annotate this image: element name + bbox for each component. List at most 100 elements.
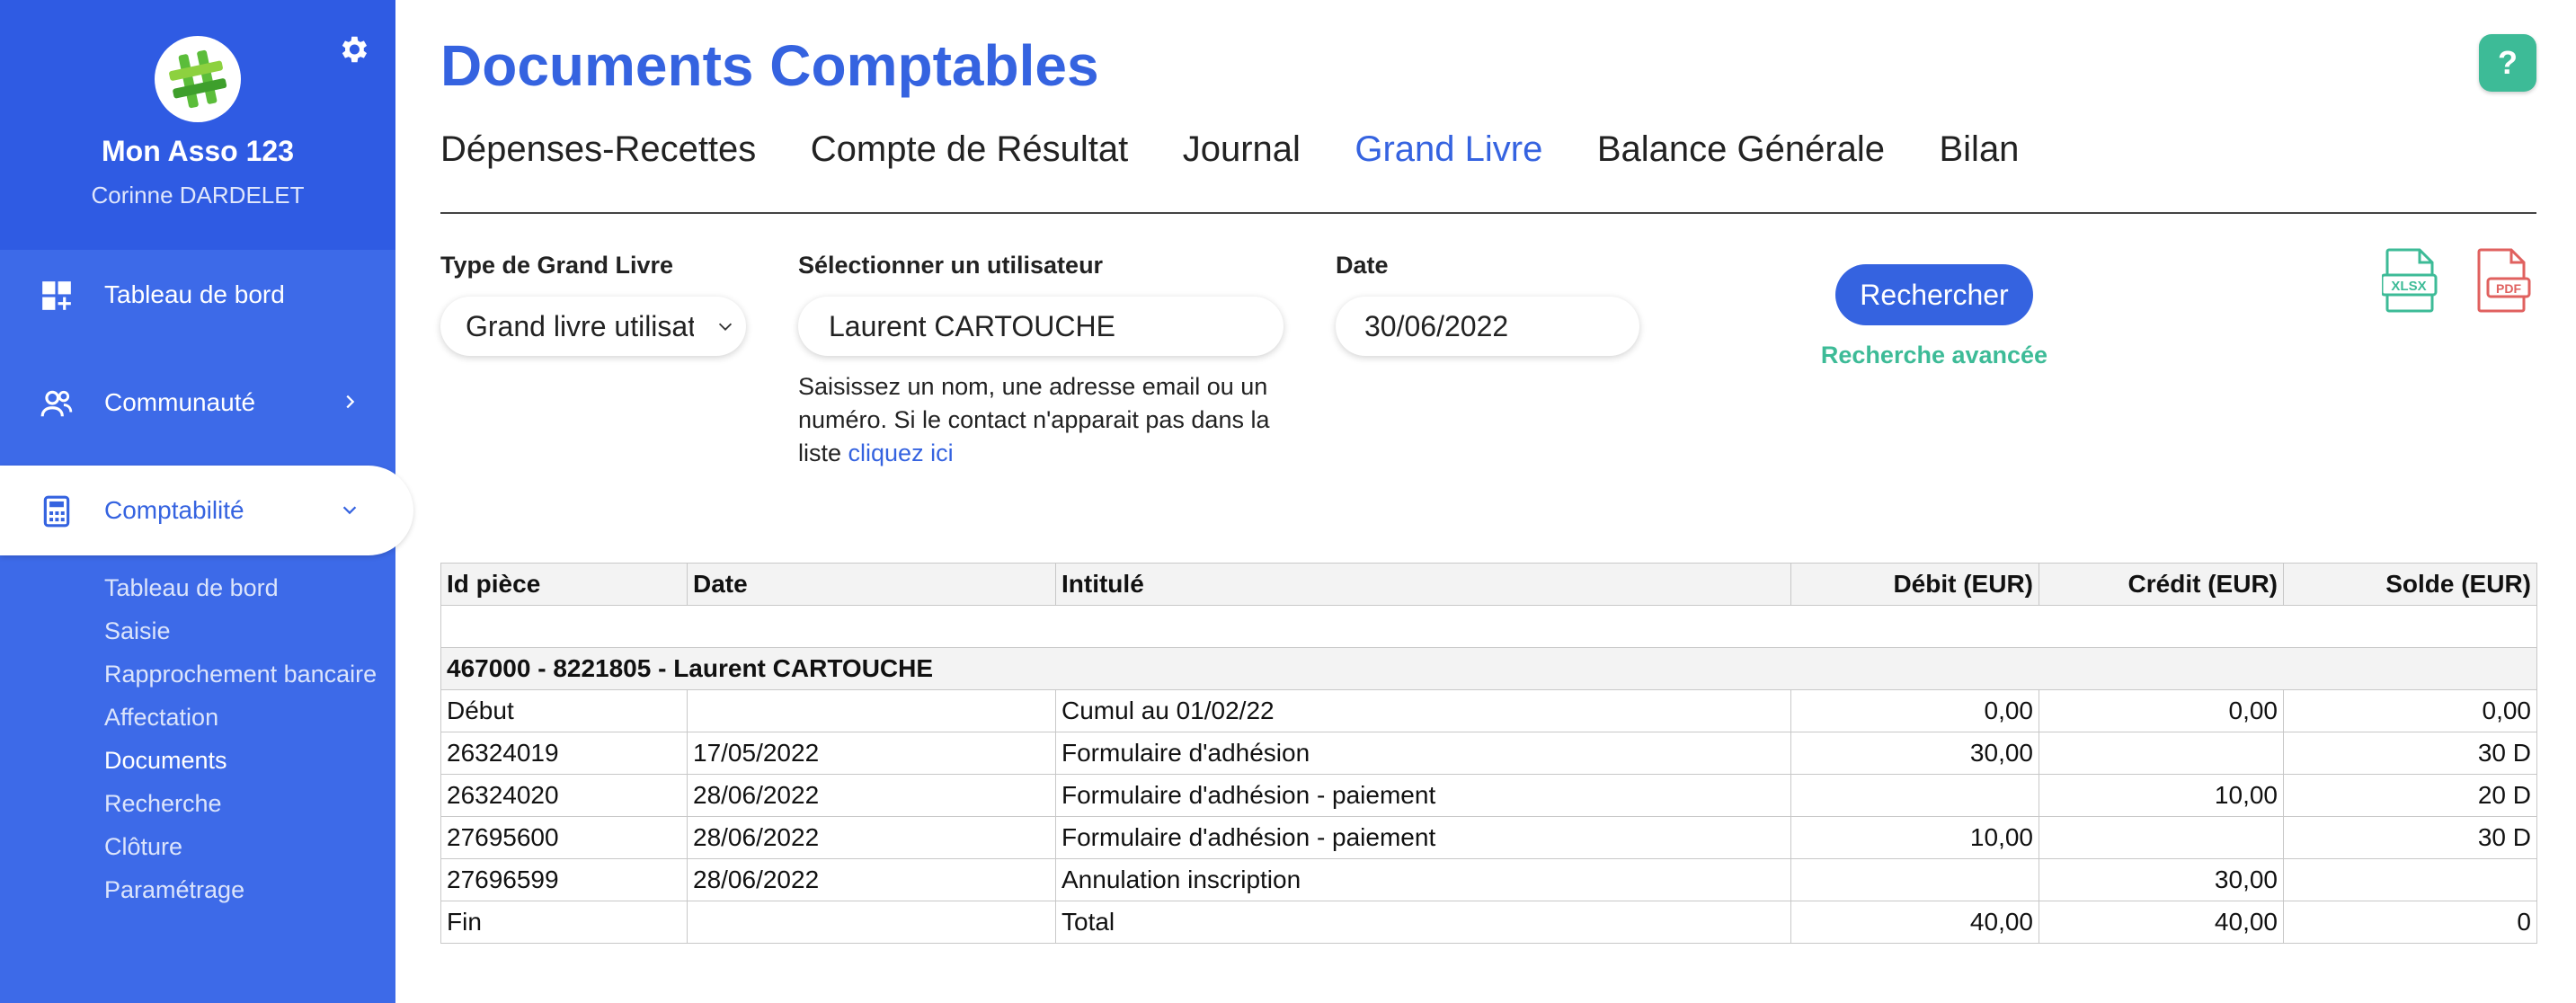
table-cell: 0,00	[2283, 689, 2537, 732]
submenu-item-dashboard[interactable]: Tableau de bord	[104, 572, 383, 604]
table-cell: Total	[1055, 901, 1791, 944]
table-cell: 26324019	[440, 732, 688, 775]
gear-icon[interactable]	[336, 32, 370, 67]
association-logo[interactable]	[155, 36, 241, 122]
column-header: Date	[687, 563, 1056, 606]
nav-label-community: Communauté	[104, 388, 256, 416]
table-cell: 30,00	[1790, 732, 2039, 775]
ledger-type-select[interactable]: Grand livre utilisateur	[440, 297, 746, 356]
pdf-export-icon[interactable]: PDF	[2474, 248, 2531, 313]
submenu-item-allocation[interactable]: Affectation	[104, 701, 383, 733]
date-input[interactable]: 30/06/2022	[1336, 297, 1639, 356]
nav-item-accounting[interactable]: Comptabilité	[0, 466, 413, 555]
xlsx-export-icon[interactable]: XLSX	[2382, 248, 2439, 313]
column-header: Id pièce	[440, 563, 688, 606]
table-cell	[1790, 774, 2039, 817]
tab-balance-sheet[interactable]: Bilan	[1939, 129, 2019, 170]
nav-label-accounting: Comptabilité	[104, 496, 244, 524]
table-cell: 40,00	[1790, 901, 2039, 944]
help-button[interactable]: ?	[2479, 34, 2536, 92]
users-icon	[40, 390, 73, 417]
account-group-row: 467000 - 8221805 - Laurent CARTOUCHE	[440, 647, 2537, 690]
table-cell: Fin	[440, 901, 688, 944]
accounting-submenu: Tableau de bord Saisie Rapprochement ban…	[104, 572, 383, 917]
table-cell: Début	[440, 689, 688, 732]
tabs-divider	[440, 212, 2536, 214]
submenu-item-documents[interactable]: Documents	[104, 744, 383, 777]
current-user-name: Corinne DARDELET	[91, 182, 305, 209]
calculator-icon	[43, 495, 70, 528]
submenu-item-closing[interactable]: Clôture	[104, 830, 383, 863]
table-cell: Formulaire d'adhésion - paiement	[1055, 816, 1791, 859]
dashboard-icon	[42, 281, 71, 310]
table-cell: 0,00	[2039, 689, 2284, 732]
ledger-type-label: Type de Grand Livre	[440, 252, 674, 279]
table-spacer-row	[440, 605, 2537, 648]
submenu-item-search[interactable]: Recherche	[104, 787, 383, 820]
tab-income-statement[interactable]: Compte de Résultat	[811, 129, 1129, 170]
tab-trial-balance[interactable]: Balance Générale	[1597, 129, 1885, 170]
tab-general-ledger[interactable]: Grand Livre	[1355, 129, 1542, 170]
table-cell	[1790, 858, 2039, 901]
chevron-down-icon	[342, 506, 357, 515]
ledger-type-value: Grand livre utilisateur	[466, 309, 694, 342]
user-select-label: Sélectionner un utilisateur	[798, 252, 1104, 279]
page-title: Documents Comptables	[440, 33, 1099, 98]
table-row: 26324019 17/05/2022 Formulaire d'adhésio…	[440, 732, 2537, 775]
table-cell: 0,00	[1790, 689, 2039, 732]
table-cell: 28/06/2022	[687, 858, 1056, 901]
xlsx-label: XLSX	[2391, 279, 2426, 294]
column-header: Solde (EUR)	[2283, 563, 2537, 606]
table-cell: 10,00	[1790, 816, 2039, 859]
table-cell: 30 D	[2283, 816, 2537, 859]
submenu-item-bank-reconciliation[interactable]: Rapprochement bancaire	[104, 658, 383, 690]
table-cell: 17/05/2022	[687, 732, 1056, 775]
document-tabs: Dépenses-Recettes Compte de Résultat Jou…	[440, 129, 2069, 180]
table-cell: 40,00	[2039, 901, 2284, 944]
column-header: Crédit (EUR)	[2039, 563, 2284, 606]
chevron-right-icon	[346, 395, 355, 409]
nav-item-community[interactable]: Communauté	[0, 358, 395, 448]
user-search-help: Saisissez un nom, une adresse email ou u…	[798, 370, 1301, 470]
table-cell: Formulaire d'adhésion - paiement	[1055, 774, 1791, 817]
advanced-search-link[interactable]: Recherche avancée	[1789, 342, 2080, 369]
hashtag-logo-icon	[169, 49, 227, 109]
table-cell: Cumul au 01/02/22	[1055, 689, 1791, 732]
table-cell	[2283, 858, 2537, 901]
account-group-label: 467000 - 8221805 - Laurent CARTOUCHE	[440, 647, 2537, 690]
table-cell: Formulaire d'adhésion	[1055, 732, 1791, 775]
column-header: Intitulé	[1055, 563, 1791, 606]
chevron-down-icon	[718, 323, 733, 331]
table-cell: 20 D	[2283, 774, 2537, 817]
tab-journal[interactable]: Journal	[1183, 129, 1301, 170]
table-cell: 0	[2283, 901, 2537, 944]
add-contact-link[interactable]: cliquez ici	[848, 439, 954, 466]
table-cell: 28/06/2022	[687, 774, 1056, 817]
table-cell: 30 D	[2283, 732, 2537, 775]
date-label: Date	[1336, 252, 1389, 279]
sidebar: Mon Asso 123 Corinne DARDELET Tableau de…	[0, 0, 413, 1003]
association-name: Mon Asso 123	[102, 135, 294, 167]
nav-label-dashboard: Tableau de bord	[104, 280, 285, 308]
table-cell: 28/06/2022	[687, 816, 1056, 859]
sidebar-header: Mon Asso 123 Corinne DARDELET	[0, 0, 395, 250]
nav-item-dashboard[interactable]: Tableau de bord	[0, 250, 395, 340]
submenu-item-entry[interactable]: Saisie	[104, 615, 383, 647]
table-row: 26324020 28/06/2022 Formulaire d'adhésio…	[440, 774, 2537, 817]
submenu-item-settings[interactable]: Paramétrage	[104, 874, 383, 906]
table-cell: 27696599	[440, 858, 688, 901]
table-row: Fin Total 40,00 40,00 0	[440, 901, 2537, 944]
general-ledger-table: Id pièce Date Intitulé Débit (EUR) Crédi…	[440, 563, 2537, 944]
search-button[interactable]: Rechercher	[1835, 264, 2033, 325]
table-cell	[687, 689, 1056, 732]
table-row: 27695600 28/06/2022 Formulaire d'adhésio…	[440, 816, 2537, 859]
table-cell	[2039, 816, 2284, 859]
pdf-label: PDF	[2496, 281, 2521, 296]
user-search-input[interactable]: Laurent CARTOUCHE	[798, 297, 1284, 356]
table-cell: 27695600	[440, 816, 688, 859]
column-header: Débit (EUR)	[1790, 563, 2039, 606]
table-cell	[440, 605, 2537, 648]
tab-expenses-income[interactable]: Dépenses-Recettes	[440, 129, 756, 170]
table-cell: 30,00	[2039, 858, 2284, 901]
table-cell: Annulation inscription	[1055, 858, 1791, 901]
